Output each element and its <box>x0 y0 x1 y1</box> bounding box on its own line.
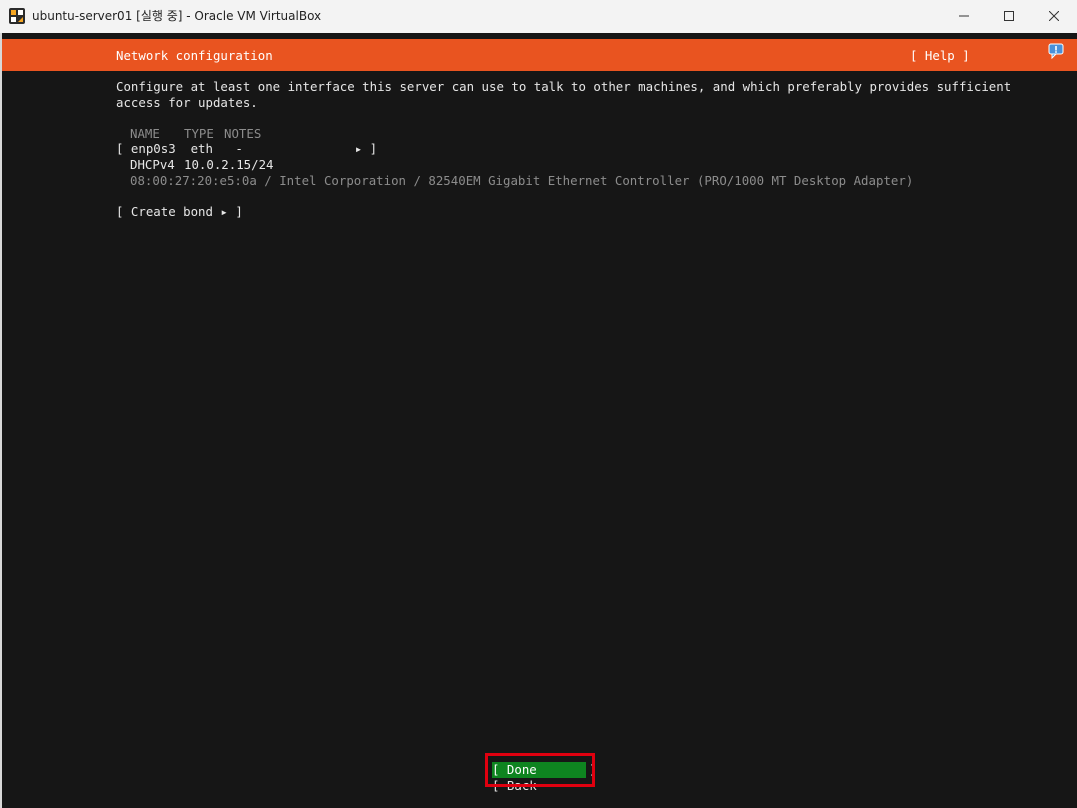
page-title: Network configuration <box>116 48 273 63</box>
description-line-1: Configure at least one interface this se… <box>116 79 1012 94</box>
dhcp-label: DHCPv4 <box>130 157 175 172</box>
vm-screen[interactable]: Network configuration [ Help ] Configure… <box>2 33 1077 808</box>
maximize-button[interactable] <box>986 0 1032 32</box>
done-button[interactable]: [ Done ] <box>492 762 596 778</box>
virtualbox-window: ubuntu-server01 [실행 중] - Oracle VM Virtu… <box>0 0 1077 808</box>
interface-row-enp0s3[interactable]: [ enp0s3 eth - ▸ ] <box>116 141 377 157</box>
column-header-notes: NOTES <box>224 126 262 141</box>
back-button[interactable]: [ Back ] <box>492 779 586 793</box>
close-icon <box>1049 11 1059 21</box>
help-button[interactable]: [ Help ] <box>910 39 970 73</box>
minimize-button[interactable] <box>941 0 987 32</box>
virtualbox-icon <box>9 8 25 24</box>
installer-header: Network configuration [ Help ] <box>2 39 1077 71</box>
dhcp-address: 10.0.2.15/24 <box>184 157 274 172</box>
interface-hardware-info: 08:00:27:20:e5:0a / Intel Corporation / … <box>130 173 914 188</box>
close-button[interactable] <box>1031 0 1077 32</box>
window-title: ubuntu-server01 [실행 중] - Oracle VM Virtu… <box>32 9 322 23</box>
create-bond-button[interactable]: [ Create bond ▸ ] <box>116 204 243 220</box>
description-line-2: access for updates. <box>116 95 258 110</box>
title-bar[interactable]: ubuntu-server01 [실행 중] - Oracle VM Virtu… <box>0 0 1077 32</box>
notification-icon[interactable] <box>1048 43 1064 59</box>
column-header-type: TYPE <box>184 126 214 141</box>
column-header-name: NAME <box>130 126 160 141</box>
maximize-icon <box>1004 11 1014 21</box>
minimize-icon <box>959 15 969 17</box>
